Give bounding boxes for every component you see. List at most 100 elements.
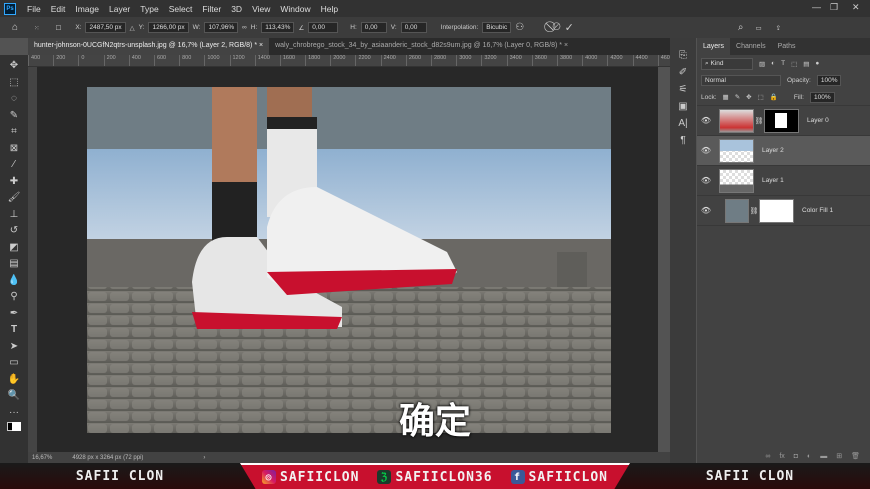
visibility-eye-icon[interactable]: 👁	[697, 116, 715, 125]
lock-all-icon[interactable]: 🔒	[770, 93, 778, 101]
layer-row[interactable]: 👁 Layer 2	[697, 136, 870, 166]
gradient-tool-icon[interactable]: ▤	[9, 257, 18, 271]
libraries-icon[interactable]: ▣	[678, 101, 687, 112]
crop-tool-icon[interactable]: ⌗	[11, 125, 17, 139]
blend-mode-select[interactable]: Normal	[701, 75, 781, 86]
visibility-eye-icon[interactable]: 👁	[697, 176, 715, 185]
filter-toggle-icon[interactable]: ●	[815, 60, 819, 67]
filter-type-icon[interactable]: T	[781, 60, 785, 67]
new-layer-icon[interactable]: ⊞	[836, 452, 842, 460]
mask-link-icon[interactable]: ⛓	[749, 207, 759, 215]
lock-pixels-icon[interactable]: ✎	[735, 93, 740, 101]
x-field[interactable]: 2487,50 px	[85, 22, 126, 33]
adjustment-layer-icon[interactable]: ◐	[807, 453, 811, 460]
close-tab-icon[interactable]: ×	[259, 42, 263, 49]
lasso-tool-icon[interactable]: ◌	[11, 92, 17, 106]
type-tool-icon[interactable]: T	[11, 323, 17, 337]
link-icon[interactable]: ∞	[242, 24, 247, 31]
more-tools-icon[interactable]: ···	[9, 406, 19, 420]
checkbox-icon[interactable]: ☐	[56, 24, 62, 32]
eyedropper-tool-icon[interactable]: ⁄	[13, 158, 15, 172]
cancel-transform-icon[interactable]: ⃠⊘	[552, 21, 560, 34]
path-select-tool-icon[interactable]: ➤	[10, 340, 18, 354]
brush-settings-icon[interactable]: ✐	[679, 67, 687, 78]
menu-type[interactable]: Type	[135, 4, 163, 14]
stamp-tool-icon[interactable]: ⊥	[10, 208, 19, 222]
visibility-eye-icon[interactable]: 👁	[697, 206, 715, 215]
brush-tool-icon[interactable]: 🖌	[8, 191, 21, 205]
fill-field[interactable]: 100%	[809, 91, 835, 103]
dodge-tool-icon[interactable]: ⚲	[10, 290, 17, 304]
layer-mask-thumbnail[interactable]	[759, 198, 794, 223]
interpolation-select[interactable]: Bicubic	[482, 22, 512, 33]
layer-filter-input[interactable]: ⌕ Kind	[701, 57, 753, 70]
document-canvas[interactable]	[87, 87, 611, 433]
menu-window[interactable]: Window	[275, 4, 315, 14]
mask-link-icon[interactable]: ⛓	[754, 117, 764, 125]
tab-hunter-johnson[interactable]: hunter-johnson-0UCGfN2qtrs-unsplash.jpg …	[28, 38, 270, 55]
menu-image[interactable]: Image	[70, 4, 104, 14]
delete-layer-icon[interactable]: 🗑	[851, 452, 860, 460]
menu-view[interactable]: View	[247, 4, 275, 14]
warp-icon[interactable]: ⚇	[515, 22, 524, 33]
menu-help[interactable]: Help	[316, 4, 343, 14]
layer-row[interactable]: 👁 Layer 1	[697, 166, 870, 196]
paragraph-icon[interactable]: ¶	[680, 135, 685, 146]
filter-adjustment-icon[interactable]: ◐	[771, 60, 775, 67]
history-brush-icon[interactable]: ↺	[10, 224, 18, 238]
zoom-tool-icon[interactable]: 🔍	[8, 389, 20, 403]
opacity-field[interactable]: 100%	[816, 75, 842, 86]
layer-mask-thumbnail[interactable]	[764, 108, 799, 133]
share-icon[interactable]: ⇪	[776, 24, 781, 32]
new-group-icon[interactable]: ▬	[820, 453, 827, 460]
fx-icon[interactable]: fx	[779, 453, 784, 460]
tab-waly-chrobrego[interactable]: waly_chrobrego_stock_34_by_asiaanderic_s…	[269, 38, 574, 55]
reference-point-icon[interactable]: ⁙	[34, 24, 39, 32]
menu-filter[interactable]: Filter	[197, 4, 226, 14]
history-icon[interactable]: ⎘	[679, 50, 687, 61]
menu-3d[interactable]: 3D	[226, 4, 247, 14]
hskew-field[interactable]: 0,00	[360, 22, 387, 33]
status-arrow[interactable]: ›	[203, 455, 205, 461]
menu-edit[interactable]: Edit	[46, 4, 71, 14]
lock-artboard-icon[interactable]: ⬚	[758, 93, 764, 101]
frame-tool-icon[interactable]: ⊠	[10, 142, 18, 156]
link-layers-icon[interactable]: ∞	[765, 453, 770, 460]
quick-select-tool-icon[interactable]: ✎	[10, 109, 18, 123]
menu-layer[interactable]: Layer	[104, 4, 135, 14]
eraser-tool-icon[interactable]: ◩	[9, 241, 18, 255]
search-icon[interactable]: ⌕	[738, 22, 744, 33]
restore-button[interactable]: ❐	[830, 2, 838, 13]
tab-paths[interactable]: Paths	[772, 38, 802, 55]
fill-color-thumbnail[interactable]	[725, 198, 749, 223]
layer-row[interactable]: 👁 ⛓ Color Fill 1	[697, 196, 870, 226]
menu-select[interactable]: Select	[164, 4, 198, 14]
color-swatches-icon[interactable]	[7, 422, 21, 436]
close-button[interactable]: ✕	[852, 2, 860, 13]
add-mask-icon[interactable]: ◘	[794, 453, 798, 460]
home-icon[interactable]: ⌂	[12, 22, 18, 33]
hand-tool-icon[interactable]: ✋	[8, 373, 20, 387]
y-field[interactable]: 1266,00 px	[148, 22, 189, 33]
tab-layers[interactable]: Layers	[697, 38, 731, 55]
delta-icon[interactable]: △	[130, 24, 135, 32]
minimize-button[interactable]: —	[812, 2, 821, 12]
character-icon[interactable]: A|	[678, 118, 687, 129]
vskew-field[interactable]: 0,00	[400, 22, 427, 33]
angle-field[interactable]: 0,00	[308, 22, 339, 33]
move-tool-icon[interactable]: ✥	[10, 59, 18, 73]
tab-channels[interactable]: Channels	[730, 38, 772, 55]
layer-row[interactable]: 👁 ⛓ Layer 0	[697, 106, 870, 136]
height-field[interactable]: 113,43%	[261, 22, 295, 33]
filter-smart-icon[interactable]: ▤	[803, 60, 809, 68]
blur-tool-icon[interactable]: 💧	[8, 274, 20, 288]
adjustments-icon[interactable]: ⚟	[679, 84, 688, 95]
filter-shape-icon[interactable]: ⬚	[791, 60, 797, 68]
shape-tool-icon[interactable]: ▭	[9, 356, 18, 370]
lock-position-icon[interactable]: ✥	[746, 93, 751, 101]
menu-file[interactable]: File	[22, 4, 46, 14]
width-field[interactable]: 107,96%	[204, 22, 239, 33]
lock-transparent-icon[interactable]: ▦	[723, 93, 729, 101]
healing-tool-icon[interactable]: ✚	[10, 175, 18, 189]
zoom-level[interactable]: 16,67%	[32, 455, 52, 461]
